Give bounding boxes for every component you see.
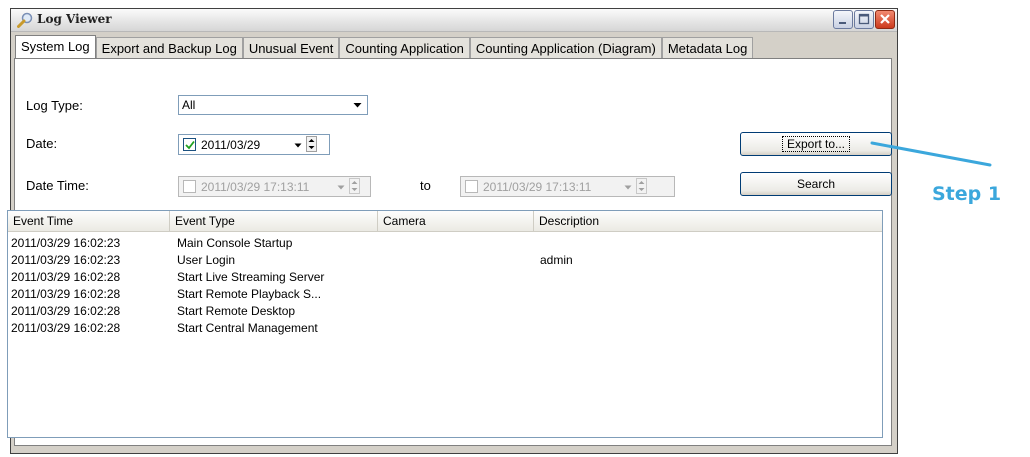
- date-picker[interactable]: 2011/03/29: [178, 134, 330, 155]
- date-time-from-checkbox[interactable]: [183, 180, 196, 193]
- dropdown-arrow-icon[interactable]: [293, 140, 303, 150]
- date-time-from-picker[interactable]: 2011/03/29 17:13:11: [178, 176, 371, 197]
- column-header-camera[interactable]: Camera: [378, 211, 534, 231]
- date-time-to-value: 2011/03/29 17:13:11: [483, 180, 592, 194]
- date-time-label: Date Time:: [26, 178, 89, 193]
- event-time-cell: 2011/03/29 16:02:23: [11, 253, 121, 267]
- spinner-icon[interactable]: [349, 178, 360, 194]
- column-header-event-type[interactable]: Event Type: [170, 211, 378, 231]
- log-type-value: All: [182, 98, 196, 112]
- chevron-down-icon[interactable]: [350, 97, 365, 113]
- tab-strip: System Log Export and Backup Log Unusual E…: [15, 35, 754, 59]
- column-header-description[interactable]: Description: [534, 211, 882, 231]
- event-time-cell: 2011/03/29 16:02:28: [11, 270, 121, 284]
- close-icon: [880, 14, 890, 24]
- magnifier-icon: [17, 12, 33, 28]
- event-type-cell: Start Central Management: [177, 321, 318, 335]
- description-cell: admin: [540, 253, 573, 267]
- table-row[interactable]: 2011/03/29 16:02:23 User Login admin: [8, 252, 882, 269]
- camera-cell: [378, 269, 531, 286]
- event-type-cell: Main Console Startup: [177, 236, 293, 250]
- event-time-cell: 2011/03/29 16:02:28: [11, 321, 121, 335]
- checkmark-icon: [185, 140, 195, 150]
- event-type-cell: User Login: [177, 253, 236, 267]
- search-button-label: Search: [796, 177, 836, 191]
- event-list[interactable]: Event Time Event Type Camera Description…: [7, 210, 883, 438]
- event-type-cell: Start Live Streaming Server: [177, 270, 325, 284]
- log-type-select[interactable]: All: [178, 95, 368, 115]
- minimize-button[interactable]: [833, 10, 853, 29]
- camera-cell: [378, 320, 531, 337]
- date-time-from-value: 2011/03/29 17:13:11: [201, 180, 310, 194]
- export-button-label: Export to...: [781, 136, 851, 152]
- event-time-cell: 2011/03/29 16:02:23: [11, 236, 121, 250]
- date-time-to-checkbox[interactable]: [465, 180, 478, 193]
- maximize-button[interactable]: [854, 10, 874, 29]
- column-header-event-time[interactable]: Event Time: [8, 211, 170, 231]
- camera-cell: [378, 286, 531, 303]
- description-cell: [537, 269, 880, 286]
- dropdown-arrow-icon[interactable]: [336, 182, 346, 192]
- spinner-icon[interactable]: [636, 178, 647, 194]
- camera-cell: [378, 235, 531, 252]
- date-time-to-picker[interactable]: 2011/03/29 17:13:11: [460, 176, 675, 197]
- tab-metadata-log[interactable]: Metadata Log: [661, 37, 754, 59]
- date-label: Date:: [26, 136, 58, 151]
- tab-counting-application[interactable]: Counting Application: [339, 37, 470, 59]
- export-button[interactable]: Export to...: [740, 132, 892, 156]
- event-time-cell: 2011/03/29 16:02:28: [11, 304, 121, 318]
- tab-unusual-event[interactable]: Unusual Event: [242, 37, 340, 59]
- tab-counting-application-diagram[interactable]: Counting Application (Diagram): [469, 37, 662, 59]
- table-row[interactable]: 2011/03/29 16:02:28 Start Remote Desktop: [8, 303, 882, 320]
- table-row[interactable]: 2011/03/29 16:02:28 Start Remote Playbac…: [8, 286, 882, 303]
- to-label: to: [420, 178, 431, 193]
- date-value: 2011/03/29: [201, 138, 261, 152]
- list-header: Event Time Event Type Camera Description: [8, 211, 882, 232]
- event-time-cell: 2011/03/29 16:02:28: [11, 287, 121, 301]
- tab-export-and-backup-log[interactable]: Export and Backup Log: [95, 37, 243, 59]
- window-title: Log Viewer: [37, 12, 112, 26]
- title-bar[interactable]: Log Viewer: [11, 9, 897, 32]
- search-button[interactable]: Search: [740, 172, 892, 196]
- camera-cell: [378, 252, 531, 269]
- minimize-icon: [839, 22, 846, 24]
- tab-system-log[interactable]: System Log: [15, 35, 96, 59]
- table-row[interactable]: 2011/03/29 16:02:28 Start Central Manage…: [8, 320, 882, 337]
- table-row[interactable]: 2011/03/29 16:02:23 Main Console Startup: [8, 235, 882, 252]
- date-enabled-checkbox[interactable]: [183, 138, 196, 151]
- step-label: Step 1: [932, 183, 1002, 205]
- close-button[interactable]: [875, 10, 895, 29]
- dropdown-arrow-icon[interactable]: [623, 182, 633, 192]
- description-cell: [537, 303, 880, 320]
- description-cell: [537, 235, 880, 252]
- event-type-cell: Start Remote Desktop: [177, 304, 296, 318]
- maximize-icon: [858, 13, 870, 25]
- description-cell: [537, 286, 880, 303]
- table-row[interactable]: 2011/03/29 16:02:28 Start Live Streaming…: [8, 269, 882, 286]
- spinner-icon[interactable]: [306, 136, 317, 152]
- description-cell: [537, 320, 880, 337]
- camera-cell: [378, 303, 531, 320]
- event-type-cell: Start Remote Playback S...: [177, 287, 322, 301]
- log-type-label: Log Type:: [26, 98, 83, 113]
